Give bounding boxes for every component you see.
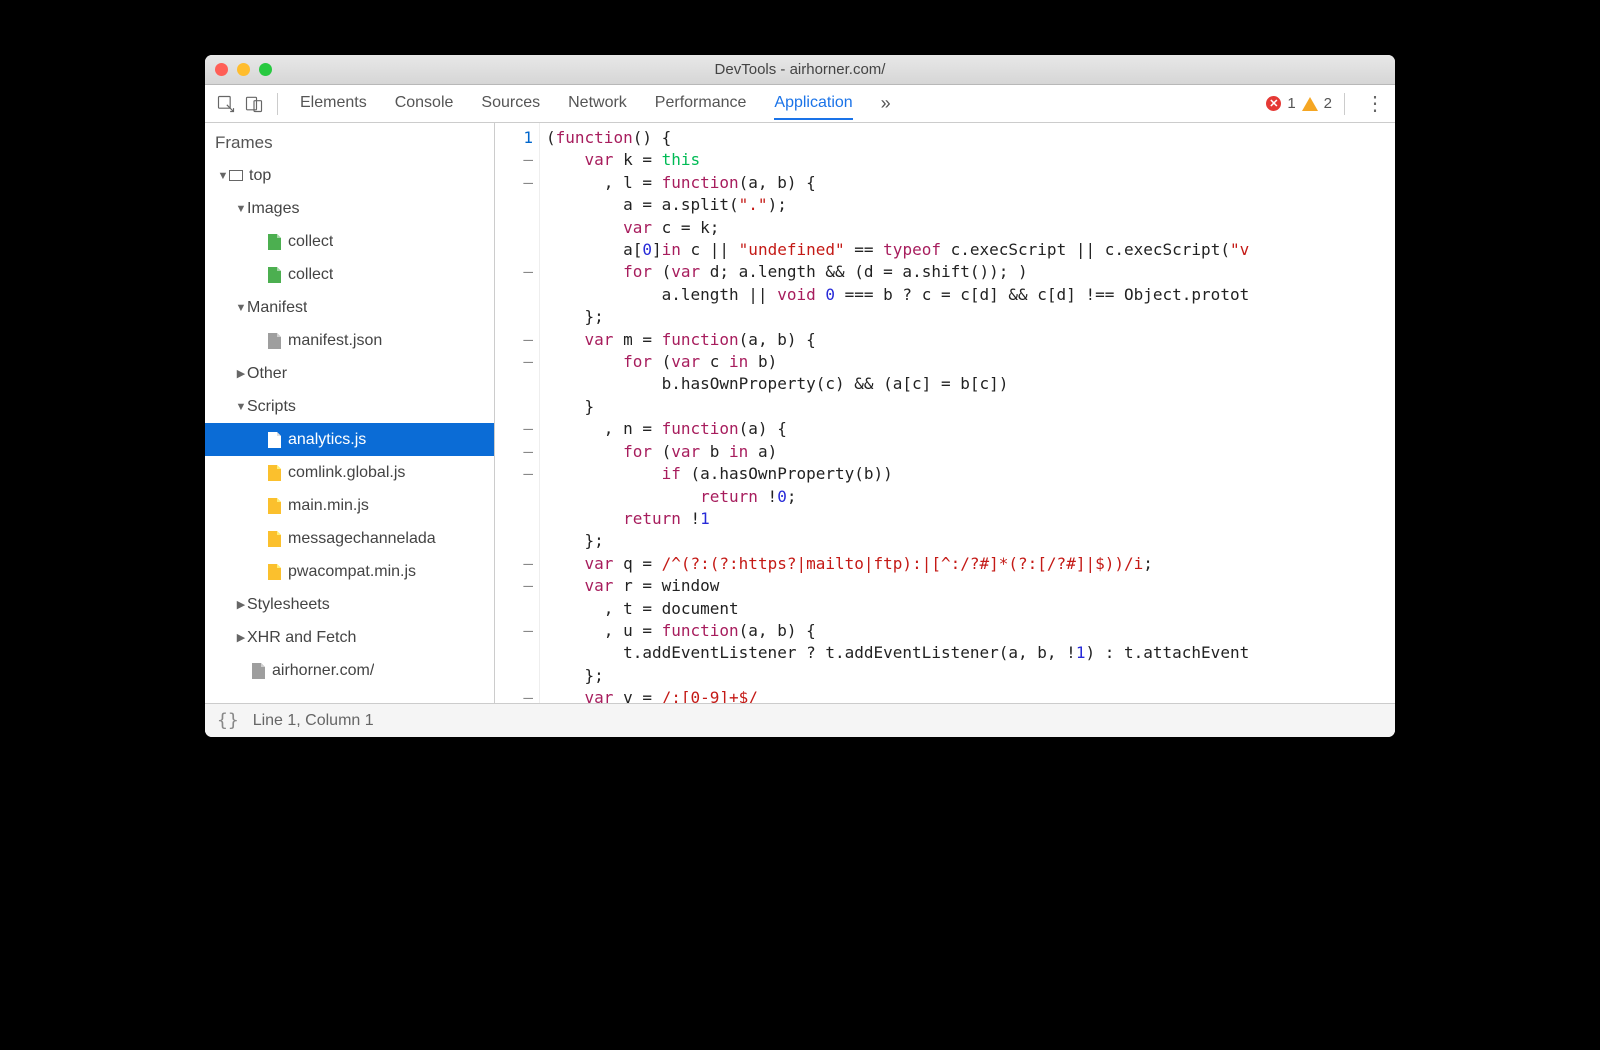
- file-label: collect: [288, 266, 333, 284]
- sidebar-header: Frames: [205, 123, 494, 159]
- tab-performance[interactable]: Performance: [655, 88, 747, 120]
- image-file-icon: [267, 266, 282, 284]
- image-file-icon: [267, 233, 282, 251]
- script-file-icon: [267, 464, 282, 482]
- file-label: pwacompat.min.js: [288, 563, 416, 581]
- tree-top[interactable]: ▼ top: [205, 159, 494, 192]
- file-label: collect: [288, 233, 333, 251]
- expand-icon: ▼: [235, 401, 247, 413]
- tree-group-other[interactable]: ▶ Other: [205, 357, 494, 390]
- frame-icon: [229, 170, 243, 181]
- tab-sources[interactable]: Sources: [481, 88, 540, 120]
- code-content[interactable]: (function() { var k = this , l = functio…: [540, 123, 1395, 703]
- file-label: analytics.js: [288, 431, 366, 449]
- tab-application[interactable]: Application: [774, 88, 852, 120]
- tree-file[interactable]: airhorner.com/: [205, 654, 494, 687]
- tree-file[interactable]: comlink.global.js: [205, 456, 494, 489]
- tree-file[interactable]: pwacompat.min.js: [205, 555, 494, 588]
- tab-network[interactable]: Network: [568, 88, 627, 120]
- more-tabs-icon[interactable]: »: [881, 93, 891, 114]
- tree-file[interactable]: collect: [205, 225, 494, 258]
- expand-icon: ▼: [235, 302, 247, 314]
- file-label: manifest.json: [288, 332, 382, 350]
- source-editor[interactable]: 1 – – – – – – – – – – – – (function() { …: [495, 123, 1395, 703]
- group-label: XHR and Fetch: [247, 629, 356, 647]
- group-label: Other: [247, 365, 287, 383]
- line-gutter: 1 – – – – – – – – – – – –: [495, 123, 540, 703]
- panel-tabs: Elements Console Sources Network Perform…: [300, 88, 853, 120]
- divider: [277, 93, 278, 115]
- divider: [1344, 93, 1345, 115]
- tab-elements[interactable]: Elements: [300, 88, 367, 120]
- tree-group-stylesheets[interactable]: ▶ Stylesheets: [205, 588, 494, 621]
- file-label: main.min.js: [288, 497, 369, 515]
- file-label: messagechannelada: [288, 530, 436, 548]
- script-file-icon: [267, 563, 282, 581]
- window-title: DevTools - airhorner.com/: [205, 61, 1395, 78]
- expand-icon: ▼: [235, 203, 247, 215]
- tree-group-images[interactable]: ▼ Images: [205, 192, 494, 225]
- issue-badges[interactable]: ✕ 1 2: [1266, 95, 1332, 112]
- tree-top-label: top: [249, 167, 271, 185]
- error-count: 1: [1287, 95, 1295, 112]
- tree-file-selected[interactable]: analytics.js: [205, 423, 494, 456]
- cursor-position: Line 1, Column 1: [253, 712, 374, 730]
- pretty-print-icon[interactable]: {}: [217, 710, 239, 731]
- file-label: airhorner.com/: [272, 662, 374, 680]
- status-bar: {} Line 1, Column 1: [205, 703, 1395, 737]
- group-label: Manifest: [247, 299, 307, 317]
- collapse-icon: ▶: [235, 367, 247, 380]
- group-label: Scripts: [247, 398, 296, 416]
- collapse-icon: ▶: [235, 631, 247, 644]
- file-label: comlink.global.js: [288, 464, 405, 482]
- tree-group-xhr[interactable]: ▶ XHR and Fetch: [205, 621, 494, 654]
- file-icon: [267, 332, 282, 350]
- script-file-icon: [267, 530, 282, 548]
- settings-menu-icon[interactable]: ⋮: [1365, 94, 1385, 114]
- frames-sidebar: Frames ▼ top ▼ Images collect collec: [205, 123, 495, 703]
- devtools-window: DevTools - airhorner.com/ Elements Conso…: [205, 55, 1395, 737]
- collapse-icon: ▶: [235, 598, 247, 611]
- group-label: Stylesheets: [247, 596, 330, 614]
- script-file-icon: [267, 431, 282, 449]
- tree-file[interactable]: collect: [205, 258, 494, 291]
- tree-file[interactable]: main.min.js: [205, 489, 494, 522]
- tree-file[interactable]: manifest.json: [205, 324, 494, 357]
- inspect-element-icon[interactable]: [215, 93, 237, 115]
- group-label: Images: [247, 200, 299, 218]
- file-icon: [251, 662, 266, 680]
- titlebar: DevTools - airhorner.com/: [205, 55, 1395, 85]
- script-file-icon: [267, 497, 282, 515]
- device-toolbar-icon[interactable]: [243, 93, 265, 115]
- warning-icon: [1302, 97, 1318, 111]
- toolbar: Elements Console Sources Network Perform…: [205, 85, 1395, 123]
- tree-group-manifest[interactable]: ▼ Manifest: [205, 291, 494, 324]
- tree-group-scripts[interactable]: ▼ Scripts: [205, 390, 494, 423]
- error-icon: ✕: [1266, 96, 1281, 111]
- warning-count: 2: [1324, 95, 1332, 112]
- expand-icon: ▼: [217, 170, 229, 182]
- tree-file[interactable]: messagechannelada: [205, 522, 494, 555]
- tab-console[interactable]: Console: [395, 88, 454, 120]
